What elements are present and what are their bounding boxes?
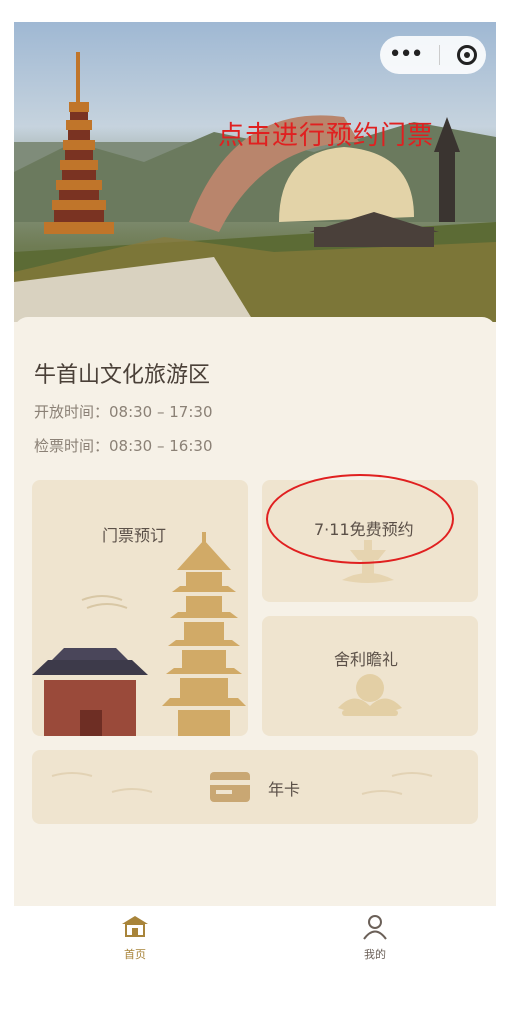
check-hours: 检票时间：08:30 – 16:30 <box>34 437 213 455</box>
lotus-relic-icon <box>338 674 402 716</box>
hero-image: ••• <box>14 22 496 322</box>
tab-home[interactable]: 首页 <box>95 914 175 962</box>
annual-card-label: 年卡 <box>268 780 301 799</box>
page-title: 牛首山文化旅游区 <box>34 363 211 388</box>
capsule-divider <box>438 45 440 65</box>
relic-worship-tile[interactable]: 舍利瞻礼 <box>262 616 478 736</box>
capsule-menu: ••• <box>380 36 486 74</box>
annotation-text: 点击进行预约门票 <box>218 121 435 151</box>
open-hours: 开放时间：08:30 – 17:30 <box>34 403 213 421</box>
annotation-circle <box>266 474 454 564</box>
target-circle-icon[interactable] <box>457 45 478 65</box>
cloud-decoration-icon <box>51 772 433 802</box>
tab-mine-label: 我的 <box>364 948 386 961</box>
temple-home-icon <box>122 916 148 937</box>
annual-card-tile[interactable]: 年卡 <box>32 750 478 824</box>
tab-mine[interactable]: 我的 <box>335 914 415 962</box>
monk-profile-icon <box>363 915 387 940</box>
ticket-booking-tile[interactable]: 门票预订 <box>32 480 248 736</box>
tab-home-label: 首页 <box>124 948 146 961</box>
more-dots-icon[interactable]: ••• <box>389 44 424 66</box>
bottom-tab-bar: 首页 我的 <box>0 906 510 1020</box>
pagoda-illustration-icon <box>32 532 246 736</box>
